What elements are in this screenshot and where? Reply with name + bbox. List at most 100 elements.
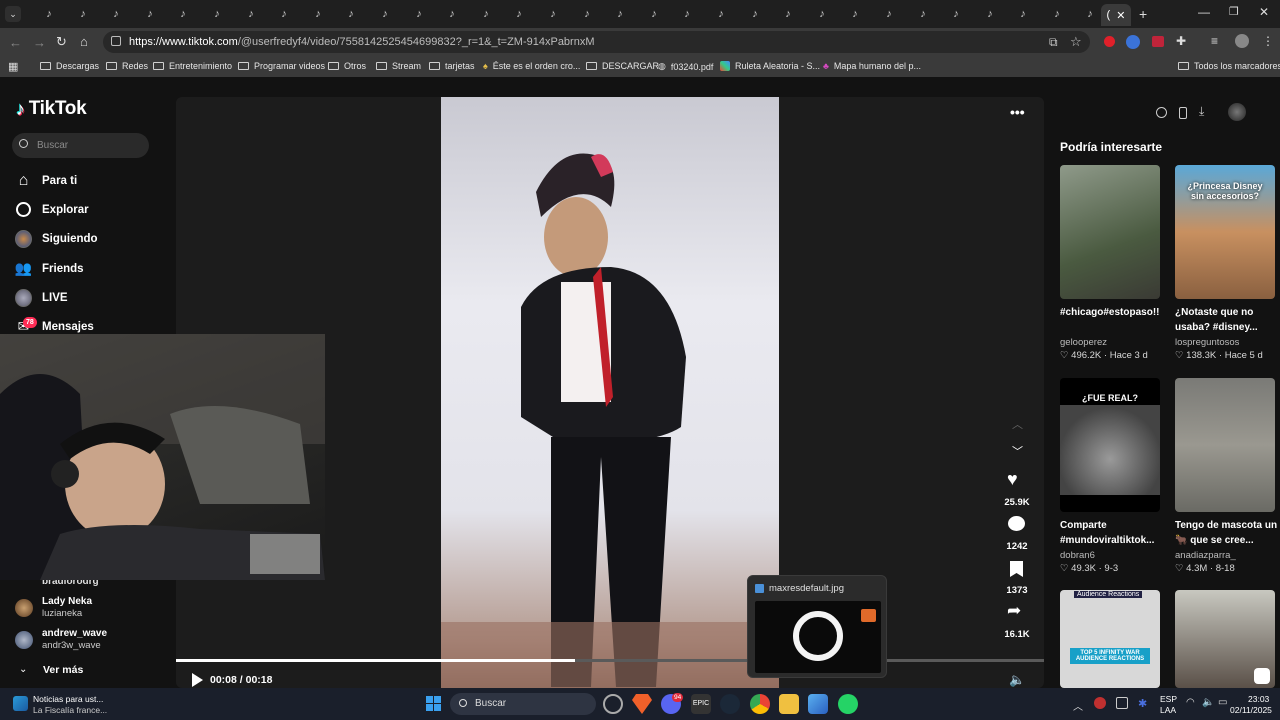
close-window-button[interactable]: ✕ xyxy=(1259,5,1269,19)
file-explorer-icon[interactable] xyxy=(779,694,799,714)
share-arrow-icon[interactable]: ➦ xyxy=(1007,601,1021,621)
extension-media-icon[interactable] xyxy=(1152,36,1164,47)
see-more-link[interactable]: Ver más xyxy=(43,664,83,676)
browser-tab[interactable]: ♪ xyxy=(166,4,200,24)
bookmark-descargas[interactable]: Descargas xyxy=(40,61,99,71)
prev-video-icon[interactable]: ︿ xyxy=(1012,416,1023,432)
browser-tab[interactable]: ♪ xyxy=(872,4,906,24)
reading-list-icon[interactable]: ≡ xyxy=(1211,34,1218,48)
browser-tab[interactable]: ♪ xyxy=(906,4,940,24)
bookmark-redes[interactable]: Redes xyxy=(106,61,148,71)
bookmark-entretenimiento[interactable]: Entretenimiento xyxy=(153,61,232,71)
bookmark-otros[interactable]: Otros xyxy=(328,61,366,71)
start-windows-icon[interactable] xyxy=(426,696,441,711)
speaker-icon[interactable]: 🔈 xyxy=(1202,697,1214,708)
rec-caption[interactable]: ¿Notaste que no usaba? #disney... xyxy=(1175,305,1279,335)
extension-red-icon[interactable] xyxy=(1104,36,1115,47)
app-icon[interactable] xyxy=(603,694,623,714)
battery-icon[interactable]: ▭ xyxy=(1218,697,1227,708)
browser-tab[interactable]: ♪ xyxy=(435,4,469,24)
browser-tab[interactable]: ♪ xyxy=(939,4,973,24)
browser-tab[interactable]: ♪ xyxy=(200,4,234,24)
bookmark-tarjetas[interactable]: tarjetas xyxy=(429,61,475,71)
site-info-icon[interactable] xyxy=(111,36,121,46)
comment-icon[interactable] xyxy=(1008,516,1025,531)
rec-thumbnail[interactable]: ¿FUE REAL? xyxy=(1060,378,1160,512)
all-bookmarks[interactable]: Todos los marcadores xyxy=(1178,61,1280,71)
rec-caption[interactable]: Comparte #mundoviraltiktok... xyxy=(1060,518,1164,548)
browser-tab[interactable]: ♪ xyxy=(973,4,1007,24)
browser-tab[interactable]: ♪ xyxy=(570,4,604,24)
clock-time[interactable]: 23:03 xyxy=(1248,694,1269,704)
following-avatar[interactable] xyxy=(15,599,33,617)
browser-tab[interactable]: ♪ xyxy=(402,4,436,24)
device-icon[interactable] xyxy=(1179,107,1187,119)
search-input[interactable] xyxy=(12,133,149,158)
tray-app-icon[interactable] xyxy=(1116,697,1128,709)
close-tab-icon[interactable]: ✕ xyxy=(1116,9,1125,22)
restore-button[interactable]: ❐ xyxy=(1229,5,1239,18)
rec-caption[interactable]: #chicago#estopaso!! xyxy=(1060,305,1164,320)
bookmark-descargar[interactable]: DESCARGAR xyxy=(586,61,659,71)
home-button[interactable]: ⌂ xyxy=(80,34,88,49)
play-icon[interactable] xyxy=(192,673,203,687)
browser-tab[interactable]: ♪ xyxy=(670,4,704,24)
steam-icon[interactable] xyxy=(720,694,740,714)
rec-caption[interactable]: Tengo de mascota un 🐂 que se cree... xyxy=(1175,518,1279,548)
tray-bluetooth-icon[interactable]: ✱ xyxy=(1138,697,1147,710)
browser-tab[interactable]: ♪ xyxy=(267,4,301,24)
rec-thumbnail[interactable] xyxy=(1060,165,1160,299)
coin-icon[interactable] xyxy=(1156,107,1167,118)
following-avatar[interactable] xyxy=(15,631,33,649)
browser-tab[interactable]: ♪ xyxy=(704,4,738,24)
nav-for-you[interactable]: ⌂ Para ti xyxy=(15,172,78,189)
browser-tab[interactable]: ♪ xyxy=(838,4,872,24)
apps-grid-icon[interactable]: ▦ xyxy=(8,60,18,73)
bookmark-pdf[interactable]: ◍ f03240.pdf xyxy=(658,61,713,72)
new-tab-button[interactable]: + xyxy=(1139,6,1147,22)
language-code[interactable]: ESP xyxy=(1160,694,1177,704)
tiktok-logo[interactable]: ♪ TikTok xyxy=(16,98,87,120)
taskbar-preview-popup[interactable]: maxresdefault.jpg xyxy=(747,575,887,678)
next-video-icon[interactable]: ﹀ xyxy=(1012,443,1023,459)
browser-tab[interactable]: ♪ xyxy=(368,4,402,24)
install-app-icon[interactable]: ⧉ xyxy=(1049,35,1058,50)
rec-user[interactable]: gelooperez xyxy=(1060,337,1107,348)
minimize-button[interactable]: — xyxy=(1198,5,1210,19)
rec-thumbnail[interactable] xyxy=(1175,378,1275,512)
epic-games-icon[interactable]: EPIC xyxy=(691,694,711,714)
browser-tab[interactable]: ♪ xyxy=(66,4,100,24)
bookmark-stream[interactable]: Stream xyxy=(376,61,421,71)
taskbar-search-box[interactable] xyxy=(450,693,596,715)
back-button[interactable]: ← xyxy=(9,35,22,50)
nav-live[interactable]: LIVE xyxy=(15,288,68,307)
rec-user[interactable]: anadiazparra_ xyxy=(1175,550,1236,561)
browser-tab[interactable]: ♪ xyxy=(133,4,167,24)
news-title[interactable]: Noticias para ust... xyxy=(33,694,103,704)
following-name[interactable]: Lady Neka xyxy=(42,596,92,607)
photos-app-icon[interactable] xyxy=(808,694,828,714)
rec-thumbnail[interactable]: Audience Reactions TOP 5 INFINITY WAR AU… xyxy=(1060,590,1160,688)
browser-tab[interactable]: ♪ xyxy=(1006,4,1040,24)
browser-tab[interactable]: ♪ xyxy=(32,4,66,24)
download-icon[interactable]: ⤓ xyxy=(1199,104,1204,119)
browser-tab[interactable]: ♪ xyxy=(469,4,503,24)
wifi-icon[interactable]: ◠ xyxy=(1186,697,1195,708)
bookmark-programar-videos[interactable]: Programar videos xyxy=(238,61,325,71)
active-tab[interactable]: ( ✕ xyxy=(1101,4,1131,26)
tray-app-icon[interactable] xyxy=(1094,697,1106,709)
messenger-float-icon[interactable] xyxy=(1254,668,1270,684)
bookmark-orden[interactable]: ♠ Éste es el orden cro... xyxy=(483,61,580,71)
like-heart-icon[interactable]: ♥ xyxy=(1007,469,1018,490)
reload-button[interactable]: ↻ xyxy=(56,34,67,50)
rec-user[interactable]: dobran6 xyxy=(1060,550,1095,561)
volume-icon[interactable]: 🔈 xyxy=(1009,672,1025,688)
bookmark-star-icon[interactable]: ☆ xyxy=(1070,34,1082,50)
more-options-icon[interactable]: ••• xyxy=(1010,104,1025,120)
profile-avatar-icon[interactable] xyxy=(1235,34,1249,48)
tab-search-button[interactable]: ⌄ xyxy=(5,6,21,22)
browser-tab[interactable]: ♪ xyxy=(1040,4,1074,24)
nav-following[interactable]: Siguiendo xyxy=(15,229,98,248)
browser-tab[interactable]: ♪ xyxy=(536,4,570,24)
browser-tab[interactable]: ♪ xyxy=(234,4,268,24)
